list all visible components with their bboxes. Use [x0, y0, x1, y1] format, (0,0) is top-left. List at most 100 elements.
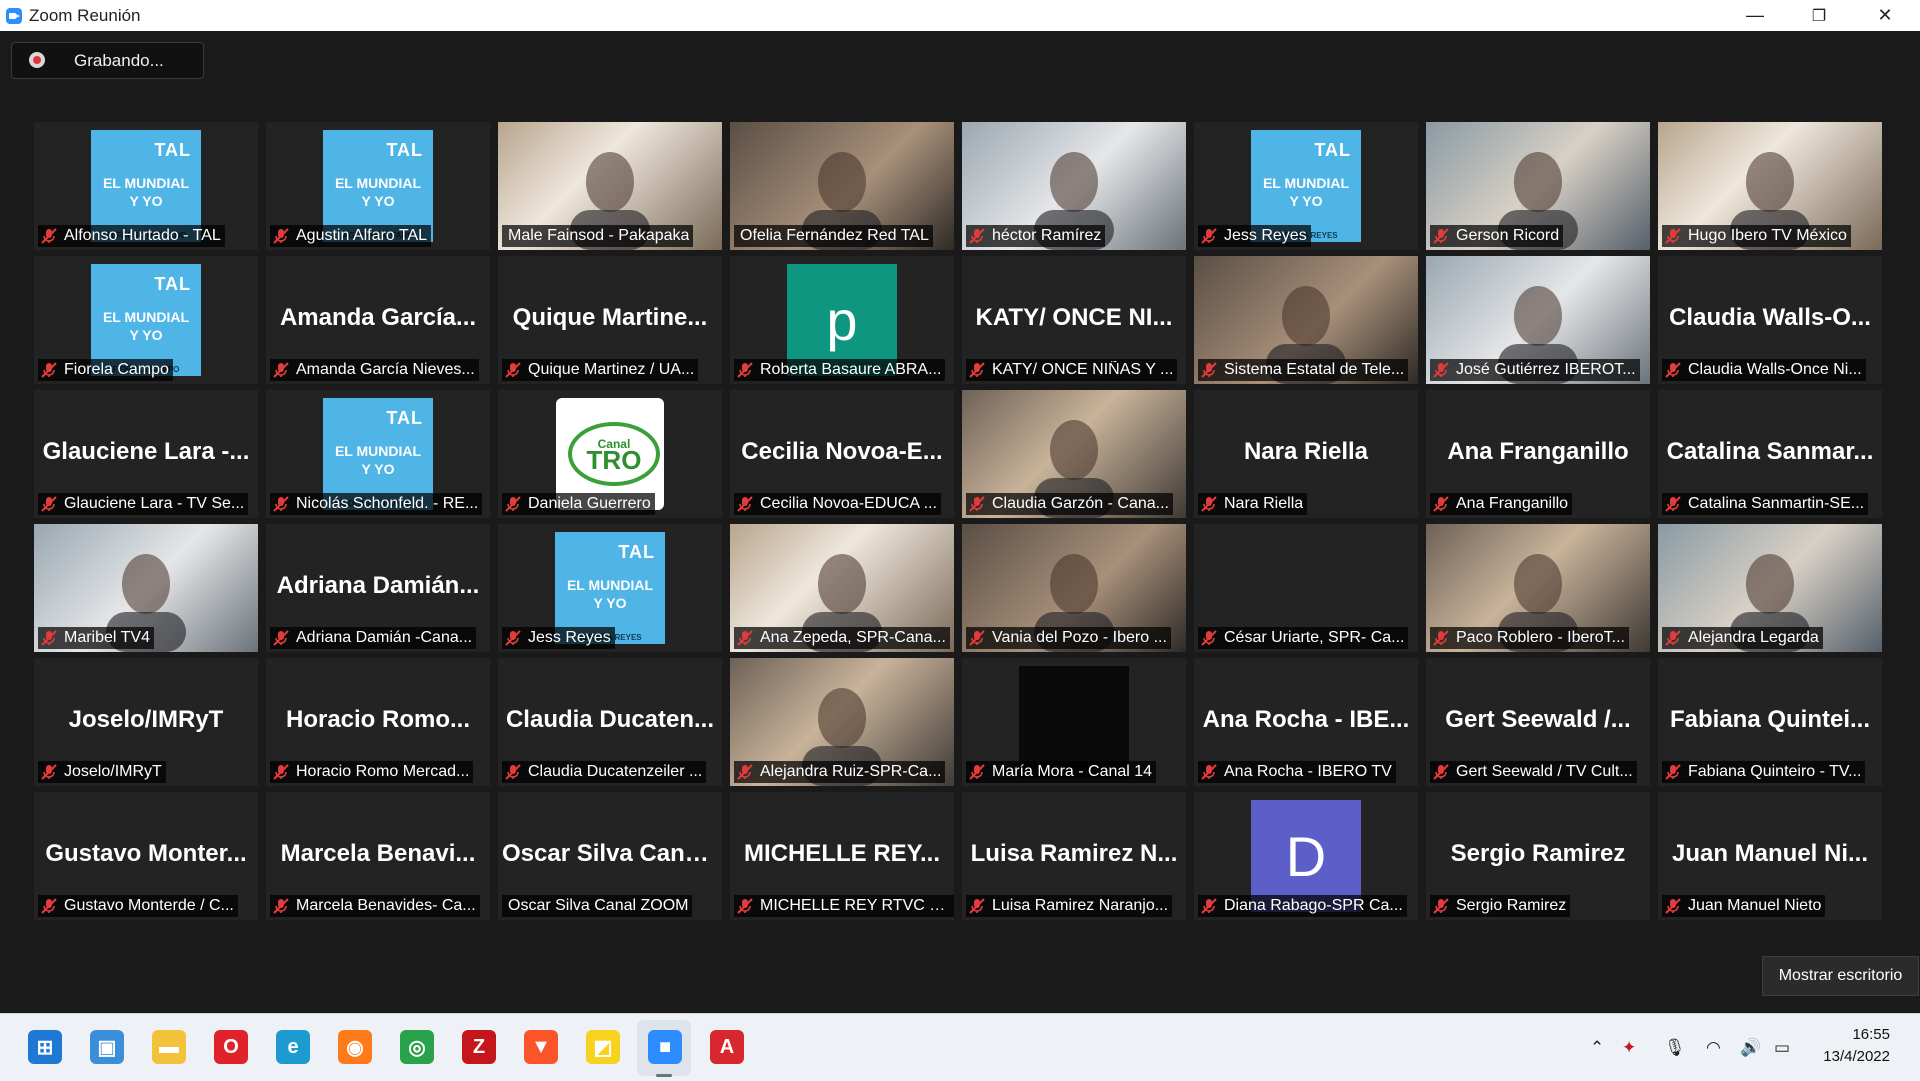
- participant-tile[interactable]: Gert Seewald /... Gert Seewald / TV Cult.…: [1426, 658, 1650, 786]
- edge-icon[interactable]: e: [276, 1030, 310, 1064]
- participant-tile[interactable]: Canal TRO Daniela Guerrero: [498, 390, 722, 518]
- participant-name-label: Diana Rabago-SPR Ca...: [1198, 895, 1407, 917]
- participant-tile[interactable]: Sergio Ramirez Sergio Ramirez: [1426, 792, 1650, 920]
- participant-tile[interactable]: Catalina Sanmar... Catalina Sanmartin-SE.…: [1658, 390, 1882, 518]
- participant-tile[interactable]: MICHELLE REY... MICHELLE REY RTVC S...: [730, 792, 954, 920]
- clock[interactable]: 16:55 13/4/2022: [1823, 1024, 1890, 1068]
- participant-tile[interactable]: Marcela Benavi... Marcela Benavides- Ca..…: [266, 792, 490, 920]
- recording-indicator[interactable]: Grabando...: [11, 42, 204, 79]
- participant-name-label: Sistema Estatal de Tele...: [1198, 359, 1409, 381]
- participant-name: Male Fainsod - Pakapaka: [508, 227, 690, 244]
- participant-display-name: Adriana Damián...: [276, 572, 480, 599]
- participant-tile[interactable]: TALEL MUNDIALY YONICOLÁS SCHONFELDNicolá…: [266, 390, 490, 518]
- participant-tile[interactable]: Sistema Estatal de Tele...: [1194, 256, 1418, 384]
- participant-display-name: Oscar Silva Cana...: [502, 840, 719, 867]
- muted-mic-icon: [1432, 495, 1450, 513]
- participant-tile[interactable]: Paco Roblero - IberoT...: [1426, 524, 1650, 652]
- participant-tile[interactable]: Amanda García... Amanda García Nieves...: [266, 256, 490, 384]
- participant-tile[interactable]: María Mora - Canal 14: [962, 658, 1186, 786]
- participant-tile[interactable]: TALEL MUNDIALY YOALFONSO HURTADOAlfonso …: [34, 122, 258, 250]
- participant-tile[interactable]: Alejandra Legarda: [1658, 524, 1882, 652]
- participant-name-label: MICHELLE REY RTVC S...: [734, 895, 954, 917]
- participant-tile[interactable]: Gerson Ricord: [1426, 122, 1650, 250]
- sticky-notes-icon[interactable]: ◩: [586, 1030, 620, 1064]
- participant-tile[interactable]: Alejandra Ruiz-SPR-Ca...: [730, 658, 954, 786]
- participant-tile[interactable]: Ana Rocha - IBE... Ana Rocha - IBERO TV: [1194, 658, 1418, 786]
- participant-tile[interactable]: Nara Riella Nara Riella: [1194, 390, 1418, 518]
- participant-tile[interactable]: héctor Ramírez: [962, 122, 1186, 250]
- participant-name: María Mora - Canal 14: [992, 763, 1153, 780]
- tal-line1: EL MUNDIAL: [334, 175, 422, 191]
- microphone-icon[interactable]: 🎙: [1664, 1038, 1686, 1058]
- participant-tile[interactable]: TALEL MUNDIALY YOJESSICA REYESJess Reyes: [1194, 122, 1418, 250]
- participant-tile[interactable]: Horacio Romo... Horacio Romo Mercad...: [266, 658, 490, 786]
- participant-name-label: Cecilia Novoa-EDUCA ...: [734, 493, 941, 515]
- restore-button[interactable]: ❐: [1796, 0, 1842, 31]
- participant-display-name: Joselo/IMRyT: [68, 706, 224, 733]
- participant-name-label: Alfonso Hurtado - TAL: [38, 225, 225, 247]
- control-panel-icon[interactable]: ▣: [90, 1030, 124, 1064]
- participant-name-label: Nicolás Schonfeld. - RE...: [270, 493, 483, 515]
- participant-tile[interactable]: César Uriarte, SPR- Ca...: [1194, 524, 1418, 652]
- battery-icon[interactable]: ▭: [1774, 1038, 1790, 1058]
- start-menu-icon[interactable]: ⊞: [28, 1030, 62, 1064]
- filezilla-icon[interactable]: Z: [462, 1030, 496, 1064]
- volume-icon[interactable]: 🔊: [1740, 1038, 1761, 1058]
- muted-mic-icon: [736, 361, 754, 379]
- clock-time: 16:55: [1852, 1026, 1890, 1043]
- participant-tile[interactable]: Cecilia Novoa-E... Cecilia Novoa-EDUCA ..…: [730, 390, 954, 518]
- participant-tile[interactable]: Quique Martine... Quique Martinez / UA...: [498, 256, 722, 384]
- participant-tile[interactable]: D Diana Rabago-SPR Ca...: [1194, 792, 1418, 920]
- brave-icon[interactable]: ▼: [524, 1030, 558, 1064]
- participant-tile[interactable]: Male Fainsod - Pakapaka: [498, 122, 722, 250]
- participant-tile[interactable]: Maribel TV4: [34, 524, 258, 652]
- participant-tile[interactable]: TALEL MUNDIALY YOJESSICA REYESJess Reyes: [498, 524, 722, 652]
- close-button[interactable]: ✕: [1862, 0, 1908, 31]
- participant-tile[interactable]: Juan Manuel Ni... Juan Manuel Nieto: [1658, 792, 1882, 920]
- acrobat-icon[interactable]: A: [710, 1030, 744, 1064]
- chrome-icon[interactable]: ◎: [400, 1030, 434, 1064]
- participant-display-name: Claudia Ducaten...: [505, 706, 715, 733]
- wifi-icon[interactable]: ◠: [1706, 1038, 1721, 1058]
- participant-name: Horacio Romo Mercad...: [296, 763, 470, 780]
- participant-name: Juan Manuel Nieto: [1688, 897, 1822, 914]
- file-explorer-icon[interactable]: ▬: [152, 1030, 186, 1064]
- participant-tile[interactable]: Luisa Ramirez N... Luisa Ramirez Naranjo.…: [962, 792, 1186, 920]
- participant-tile[interactable]: Hugo Ibero TV México: [1658, 122, 1882, 250]
- participant-tile[interactable]: Fabiana Quintei... Fabiana Quinteiro - TV…: [1658, 658, 1882, 786]
- participant-tile[interactable]: Glauciene Lara -... Glauciene Lara - TV S…: [34, 390, 258, 518]
- participant-tile[interactable]: Ana Franganillo Ana Franganillo: [1426, 390, 1650, 518]
- participant-tile[interactable]: Claudia Garzón - Cana...: [962, 390, 1186, 518]
- participant-tile[interactable]: José Gutiérrez IBEROT...: [1426, 256, 1650, 384]
- participant-tile[interactable]: Vania del Pozo - Ibero ...: [962, 524, 1186, 652]
- participant-name: Gert Seewald / TV Cult...: [1456, 763, 1633, 780]
- participant-name: Oscar Silva Canal ZOOM: [508, 897, 689, 914]
- participant-tile[interactable]: TALEL MUNDIALY YOFIORELA CAMPOFiorela Ca…: [34, 256, 258, 384]
- tal-line1: EL MUNDIAL: [334, 443, 422, 459]
- opera-icon[interactable]: O: [214, 1030, 248, 1064]
- participant-display-name: Catalina Sanmar...: [1666, 438, 1874, 465]
- participant-tile[interactable]: Adriana Damián... Adriana Damián -Cana...: [266, 524, 490, 652]
- participant-tile[interactable]: Ofelia Fernández Red TAL: [730, 122, 954, 250]
- participant-name-label: Catalina Sanmartin-SE...: [1662, 493, 1869, 515]
- dropbox-icon[interactable]: ✦: [1622, 1038, 1636, 1058]
- participant-name: Maribel TV4: [64, 629, 150, 646]
- participant-tile[interactable]: Ana Zepeda, SPR-Cana...: [730, 524, 954, 652]
- participant-tile[interactable]: Claudia Walls-O... Claudia Walls-Once Ni.…: [1658, 256, 1882, 384]
- participant-tile[interactable]: Joselo/IMRyT Joselo/IMRyT: [34, 658, 258, 786]
- participant-name: Jess Reyes: [1224, 227, 1307, 244]
- firefox-icon[interactable]: ◉: [338, 1030, 372, 1064]
- participant-tile[interactable]: KATY/ ONCE NI... KATY/ ONCE NIÑAS Y ...: [962, 256, 1186, 384]
- participant-tile[interactable]: Gustavo Monter... Gustavo Monterde / C...: [34, 792, 258, 920]
- participant-name-label: Claudia Garzón - Cana...: [966, 493, 1173, 515]
- participant-tile[interactable]: Oscar Silva Cana... Oscar Silva Canal ZOO…: [498, 792, 722, 920]
- participant-tile[interactable]: Claudia Ducaten... Claudia Ducatenzeiler …: [498, 658, 722, 786]
- participant-tile[interactable]: TALEL MUNDIALY YOAGUSTIN ALFAROAgustin A…: [266, 122, 490, 250]
- participant-name-label: Fiorela Campo: [38, 359, 173, 381]
- participant-name: Agustin Alfaro TAL: [296, 227, 428, 244]
- gallery-grid: TALEL MUNDIALY YOALFONSO HURTADOAlfonso …: [34, 122, 1884, 922]
- tray-overflow-icon[interactable]: ⌃: [1590, 1038, 1604, 1058]
- zoom-icon[interactable]: ■: [648, 1030, 682, 1064]
- minimize-button[interactable]: —: [1732, 0, 1778, 31]
- participant-tile[interactable]: p Roberta Basaure ABRA...: [730, 256, 954, 384]
